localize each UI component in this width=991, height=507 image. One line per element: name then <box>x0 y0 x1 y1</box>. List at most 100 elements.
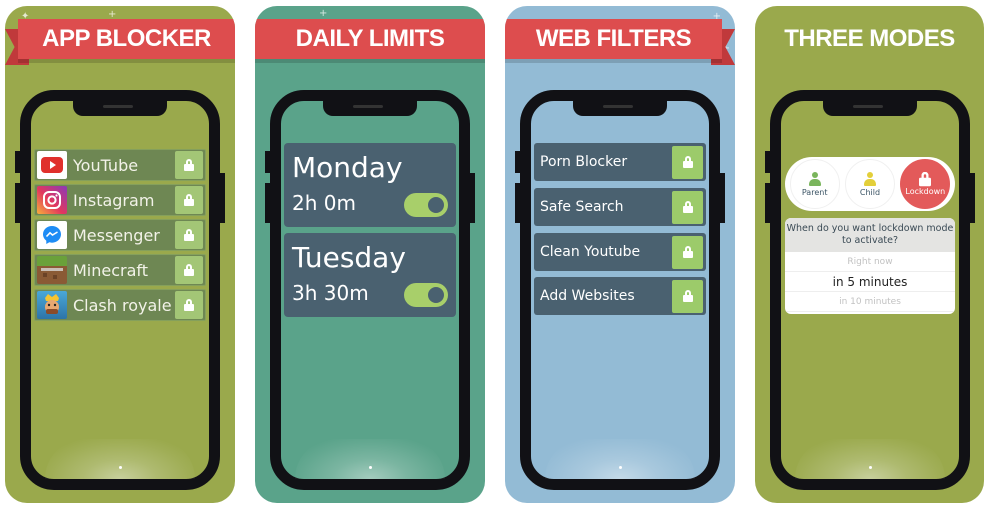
phone-side-button <box>470 173 475 223</box>
lockdown-time-picker: When do you want lockdown mode to activa… <box>785 218 955 314</box>
day-name: Tuesday <box>292 241 406 274</box>
mode-label: Parent <box>801 187 828 197</box>
lock-icon <box>184 299 194 311</box>
mode-button-parent[interactable]: Parent <box>789 159 840 209</box>
phone-mockup: YouTube Instagram Messenger Minecraft Cl… <box>15 90 225 490</box>
phone-side-button <box>515 183 520 223</box>
app-list: YouTube Instagram Messenger Minecraft Cl… <box>34 149 206 324</box>
app-label: Minecraft <box>73 260 149 280</box>
phone-mockup: Porn Blocker Safe Search Clean Youtube A… <box>515 90 725 490</box>
lock-button[interactable] <box>175 151 203 179</box>
lock-button[interactable] <box>672 190 703 224</box>
lock-button[interactable] <box>175 186 203 214</box>
app-label: YouTube <box>73 155 139 175</box>
phone-notch <box>323 99 417 116</box>
lock-icon <box>682 201 693 213</box>
lock-icon <box>184 159 194 171</box>
lock-icon <box>682 290 693 302</box>
mode-button-child[interactable]: Child <box>844 159 895 209</box>
home-indicator-dot <box>119 466 122 469</box>
mode-label: Lockdown <box>905 186 946 196</box>
picker-option[interactable]: Right now <box>785 252 955 272</box>
day-limit-time: 3h 30m <box>292 281 369 305</box>
child-icon <box>863 171 877 186</box>
lock-button[interactable] <box>175 291 203 319</box>
lock-button[interactable] <box>175 256 203 284</box>
phone-notch <box>823 99 917 116</box>
filter-row-porn-blocker[interactable]: Porn Blocker <box>534 143 706 181</box>
day-limit-toggle[interactable] <box>404 193 448 217</box>
lock-icon <box>919 171 932 186</box>
day-limit-card-monday[interactable]: Monday 2h 0m <box>284 143 456 227</box>
day-name: Monday <box>292 151 403 184</box>
phone-mockup: Monday 2h 0m Tuesday 3h 30m <box>265 90 475 490</box>
glow-decoration <box>295 439 445 479</box>
parent-icon <box>808 171 822 186</box>
app-label: Instagram <box>73 190 155 210</box>
phone-side-button <box>515 151 520 173</box>
instagram-icon <box>37 186 67 214</box>
clash-royale-icon <box>37 291 67 319</box>
home-indicator-dot <box>369 466 372 469</box>
phone-side-button <box>765 183 770 223</box>
lock-button[interactable] <box>672 279 703 313</box>
mode-selector: Parent Child Lockdown <box>785 157 955 211</box>
lock-button[interactable] <box>672 145 703 179</box>
phone-side-button <box>720 173 725 223</box>
app-row-instagram[interactable]: Instagram <box>34 184 206 216</box>
lock-button[interactable] <box>175 221 203 249</box>
filter-label: Clean Youtube <box>540 244 641 260</box>
filter-row-safe-search[interactable]: Safe Search <box>534 188 706 226</box>
mode-button-lockdown[interactable]: Lockdown <box>900 159 951 209</box>
phone-side-button <box>265 183 270 223</box>
day-limit-time: 2h 0m <box>292 191 356 215</box>
youtube-icon <box>37 151 67 179</box>
picker-option-selected[interactable]: in 5 minutes <box>785 272 955 292</box>
app-label: Messenger <box>73 225 160 245</box>
app-row-minecraft[interactable]: Minecraft <box>34 254 206 286</box>
picker-option[interactable]: in 10 minutes <box>785 292 955 312</box>
phone-mockup: Parent Child Lockdown When do you want l… <box>765 90 975 490</box>
app-row-clash-royale[interactable]: Clash royale <box>34 289 206 321</box>
panel-web-filters: + + WEB FILTERS Porn Blocker Safe Search… <box>505 6 735 503</box>
phone-side-button <box>970 173 975 223</box>
panel-title: THREE MODES <box>784 25 955 52</box>
day-limit-card-tuesday[interactable]: Tuesday 3h 30m <box>284 233 456 317</box>
lock-icon <box>184 194 194 206</box>
app-store-screenshots: ✦ + APP BLOCKER YouTube Instagram Messen… <box>0 0 991 507</box>
filter-label: Porn Blocker <box>540 154 628 170</box>
sparkle-icon: + <box>319 8 328 19</box>
panel-three-modes: THREE MODES Parent Child Lockdown When d… <box>755 6 984 503</box>
app-row-messenger[interactable]: Messenger <box>34 219 206 251</box>
app-row-youtube[interactable]: YouTube <box>34 149 206 181</box>
panel-app-blocker: ✦ + APP BLOCKER YouTube Instagram Messen… <box>5 6 235 503</box>
phone-notch <box>573 99 667 116</box>
phone-side-button <box>765 151 770 173</box>
filter-label: Add Websites <box>540 288 635 304</box>
app-label: Clash royale <box>73 295 172 315</box>
lock-icon <box>682 246 693 258</box>
panel-title: APP BLOCKER <box>18 19 235 59</box>
mode-label: Child <box>859 187 881 197</box>
phone-side-button <box>220 173 225 223</box>
picker-question: When do you want lockdown mode to activa… <box>785 218 955 252</box>
glow-decoration <box>45 439 195 479</box>
lock-icon <box>184 264 194 276</box>
home-indicator-dot <box>619 466 622 469</box>
glow-decoration <box>795 439 945 479</box>
lock-icon <box>682 156 693 168</box>
filter-label: Safe Search <box>540 199 624 215</box>
day-limit-toggle[interactable] <box>404 283 448 307</box>
messenger-icon <box>37 221 67 249</box>
filter-row-add-websites[interactable]: Add Websites <box>534 277 706 315</box>
minecraft-icon <box>37 256 67 284</box>
lock-button[interactable] <box>672 235 703 269</box>
glow-decoration <box>545 439 695 479</box>
home-indicator-dot <box>869 466 872 469</box>
filter-row-clean-youtube[interactable]: Clean Youtube <box>534 233 706 271</box>
phone-notch <box>73 99 167 116</box>
panel-daily-limits: + · DAILY LIMITS Monday 2h 0m Tuesday 3h… <box>255 6 485 503</box>
lock-icon <box>184 229 194 241</box>
phone-side-button <box>15 183 20 223</box>
panel-title: WEB FILTERS <box>505 19 722 59</box>
